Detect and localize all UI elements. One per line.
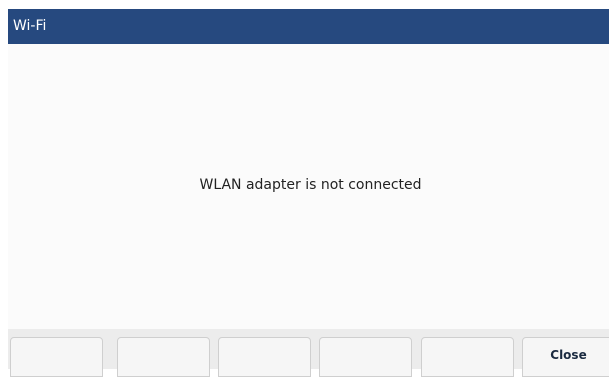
wifi-screen: Wi-Fi WLAN adapter is not connected Clos… <box>8 9 609 377</box>
softkey-4[interactable] <box>319 337 412 377</box>
softkey-5[interactable] <box>421 337 514 377</box>
softkey-bar: Close <box>8 329 609 377</box>
close-button[interactable]: Close <box>522 337 609 377</box>
softkey-2[interactable] <box>117 337 210 377</box>
softkey-3[interactable] <box>218 337 311 377</box>
page-title: Wi-Fi <box>13 18 47 34</box>
title-bar: Wi-Fi <box>8 9 609 44</box>
softkey-1[interactable] <box>10 337 103 377</box>
status-message: WLAN adapter is not connected <box>199 177 422 193</box>
